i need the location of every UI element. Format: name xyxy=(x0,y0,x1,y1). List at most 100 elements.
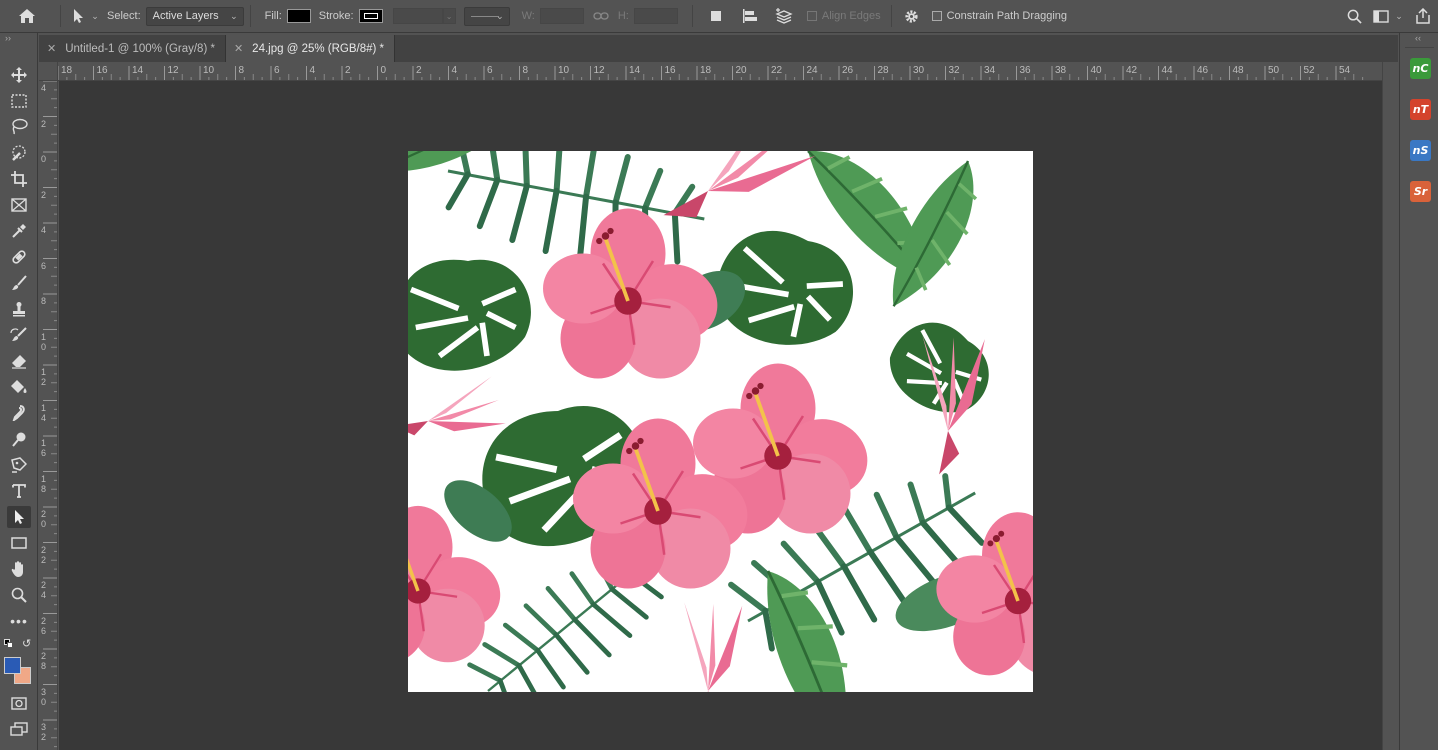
healing-brush-tool[interactable] xyxy=(7,246,31,268)
stroke-type-dropdown[interactable]: ⌄ xyxy=(463,6,510,26)
frame-icon xyxy=(11,198,27,212)
zoom-tool[interactable] xyxy=(7,584,31,606)
options-bar: ⌄ Select: Active Layers ⌄ Fill: Stroke: … xyxy=(0,0,1438,33)
path-selection-tool[interactable] xyxy=(7,506,31,528)
tab-untitled-1[interactable]: ✕ Untitled-1 @ 100% (Gray/8) * xyxy=(39,35,226,62)
edit-toolbar-button[interactable]: ••• xyxy=(7,610,31,632)
ruler-top-label: 10 xyxy=(203,65,215,76)
document-tab-bar: ✕ Untitled-1 @ 100% (Gray/8) * ✕ 24.jpg … xyxy=(39,35,1398,62)
dock-divider xyxy=(1405,47,1434,48)
close-icon[interactable]: ✕ xyxy=(234,42,243,55)
home-icon xyxy=(19,9,35,23)
height-field[interactable] xyxy=(633,8,678,24)
document-image[interactable] xyxy=(408,151,1033,692)
tab-24-jpg[interactable]: ✕ 24.jpg @ 25% (RGB/8#) * xyxy=(225,35,396,62)
search-icon xyxy=(1347,9,1362,24)
gear-icon xyxy=(905,9,918,23)
paint-bucket-tool[interactable] xyxy=(7,376,31,398)
foreground-color-swatch[interactable] xyxy=(4,657,21,674)
plugin-label: nS xyxy=(1412,144,1429,157)
search-button[interactable] xyxy=(1340,0,1368,33)
quick-mask-button[interactable] xyxy=(7,692,31,714)
close-icon[interactable]: ✕ xyxy=(47,42,56,55)
clone-stamp-tool[interactable] xyxy=(7,298,31,320)
screen-mode-button[interactable] xyxy=(7,718,31,740)
home-button[interactable] xyxy=(0,0,54,33)
eraser-tool[interactable] xyxy=(7,350,31,372)
rectangle-tool[interactable] xyxy=(7,532,31,554)
stroke-line-icon xyxy=(470,15,499,17)
pen-tool[interactable] xyxy=(7,454,31,476)
ruler-top-label: 14 xyxy=(629,65,641,76)
lasso-icon xyxy=(12,118,28,135)
panel-dock: ‹‹ nC nT nS Sr xyxy=(1399,33,1438,750)
divider xyxy=(249,5,251,27)
plugin-nc[interactable]: nC xyxy=(1410,58,1431,79)
ruler-left-label: 3 2 xyxy=(41,722,47,742)
path-alignment-button[interactable] xyxy=(733,0,767,33)
lasso-tool[interactable] xyxy=(7,116,31,138)
dodge-tool[interactable] xyxy=(7,428,31,450)
ruler-top-label: 2 xyxy=(345,65,351,76)
brush-icon xyxy=(12,275,27,290)
eraser-icon xyxy=(12,355,26,369)
constrain-path-checkbox[interactable] xyxy=(931,11,942,21)
ruler-top-label: 14 xyxy=(132,65,144,76)
ruler-left-label: 4 xyxy=(41,83,47,93)
plugin-sr[interactable]: Sr xyxy=(1410,181,1431,202)
swap-colors-icon[interactable]: ↺ xyxy=(22,637,31,650)
ruler-top-label: 8 xyxy=(238,65,245,76)
marquee-tool[interactable] xyxy=(7,90,31,112)
collapse-panels-icon[interactable]: ‹‹ xyxy=(1415,33,1421,43)
stamp-icon xyxy=(13,302,25,317)
quick-selection-tool[interactable] xyxy=(7,142,31,164)
stroke-width-dropdown[interactable]: ⌄ xyxy=(442,8,456,24)
settings-button[interactable] xyxy=(898,0,926,33)
fill-swatch[interactable] xyxy=(286,9,311,23)
stroke-width-field[interactable] xyxy=(392,8,443,24)
history-brush-tool[interactable] xyxy=(7,324,31,346)
vertical-scrollbar[interactable] xyxy=(1382,62,1398,750)
chevron-down-icon: ⌄ xyxy=(445,11,453,21)
ruler-top-label: 4 xyxy=(451,65,458,76)
stroke-swatch[interactable] xyxy=(358,9,383,23)
share-button[interactable] xyxy=(1408,0,1438,33)
smudge-tool[interactable] xyxy=(7,402,31,424)
ruler-left-label: 4 xyxy=(41,225,47,235)
brush-tool[interactable] xyxy=(7,272,31,294)
crop-tool[interactable] xyxy=(7,168,31,190)
screen-mode-icon xyxy=(10,722,28,736)
path-arrangement-button[interactable] xyxy=(767,0,801,33)
workspace-switcher[interactable]: ⌄ xyxy=(1368,0,1408,33)
horizontal-ruler[interactable]: 18 16 14 12 10 8 6 4 2 0 2 4 6 8 10 12 14 16 18 20 22 24 26 28 3… xyxy=(39,62,1382,81)
vertical-ruler[interactable]: 4 2 0 2 4 6 8 1 0 1 2 1 4 1 6 1 8 2 0 2 2 2 4 2 6 2 8 3 0… xyxy=(39,81,58,750)
tool-preset-picker[interactable]: ⌄ xyxy=(67,0,103,33)
link-icon[interactable] xyxy=(593,11,609,21)
plugin-nt[interactable]: nT xyxy=(1410,99,1431,120)
hand-tool[interactable] xyxy=(7,558,31,580)
collapse-toolbar-icon[interactable]: ›› xyxy=(5,33,11,43)
ruler-top-label: 6 xyxy=(274,65,280,76)
frame-tool[interactable] xyxy=(7,194,31,216)
path-selection-icon xyxy=(74,9,84,23)
ruler-left-label: 1 6 xyxy=(41,438,47,458)
more-icon: ••• xyxy=(10,613,28,629)
path-operations-button[interactable] xyxy=(699,0,733,33)
photoshop-window: ⌄ Select: Active Layers ⌄ Fill: Stroke: … xyxy=(0,0,1438,750)
select-dropdown[interactable]: Active Layers ⌄ xyxy=(145,6,244,26)
default-colors-icon[interactable] xyxy=(4,639,13,648)
type-tool[interactable] xyxy=(7,480,31,502)
align-edges-checkbox[interactable] xyxy=(806,11,817,21)
ruler-top-label: 28 xyxy=(877,65,889,76)
chevron-down-icon: ⌄ xyxy=(496,10,504,21)
canvas-area[interactable] xyxy=(59,81,1382,750)
plugin-ns[interactable]: nS xyxy=(1410,140,1431,161)
plugin-label: nC xyxy=(1412,62,1429,75)
hand-icon xyxy=(11,561,23,577)
eyedropper-tool[interactable] xyxy=(7,220,31,242)
move-tool[interactable] xyxy=(7,64,31,86)
history-brush-icon xyxy=(10,327,27,341)
width-field[interactable] xyxy=(539,8,584,24)
select-value: Active Layers xyxy=(152,10,219,22)
move-icon xyxy=(11,67,27,83)
